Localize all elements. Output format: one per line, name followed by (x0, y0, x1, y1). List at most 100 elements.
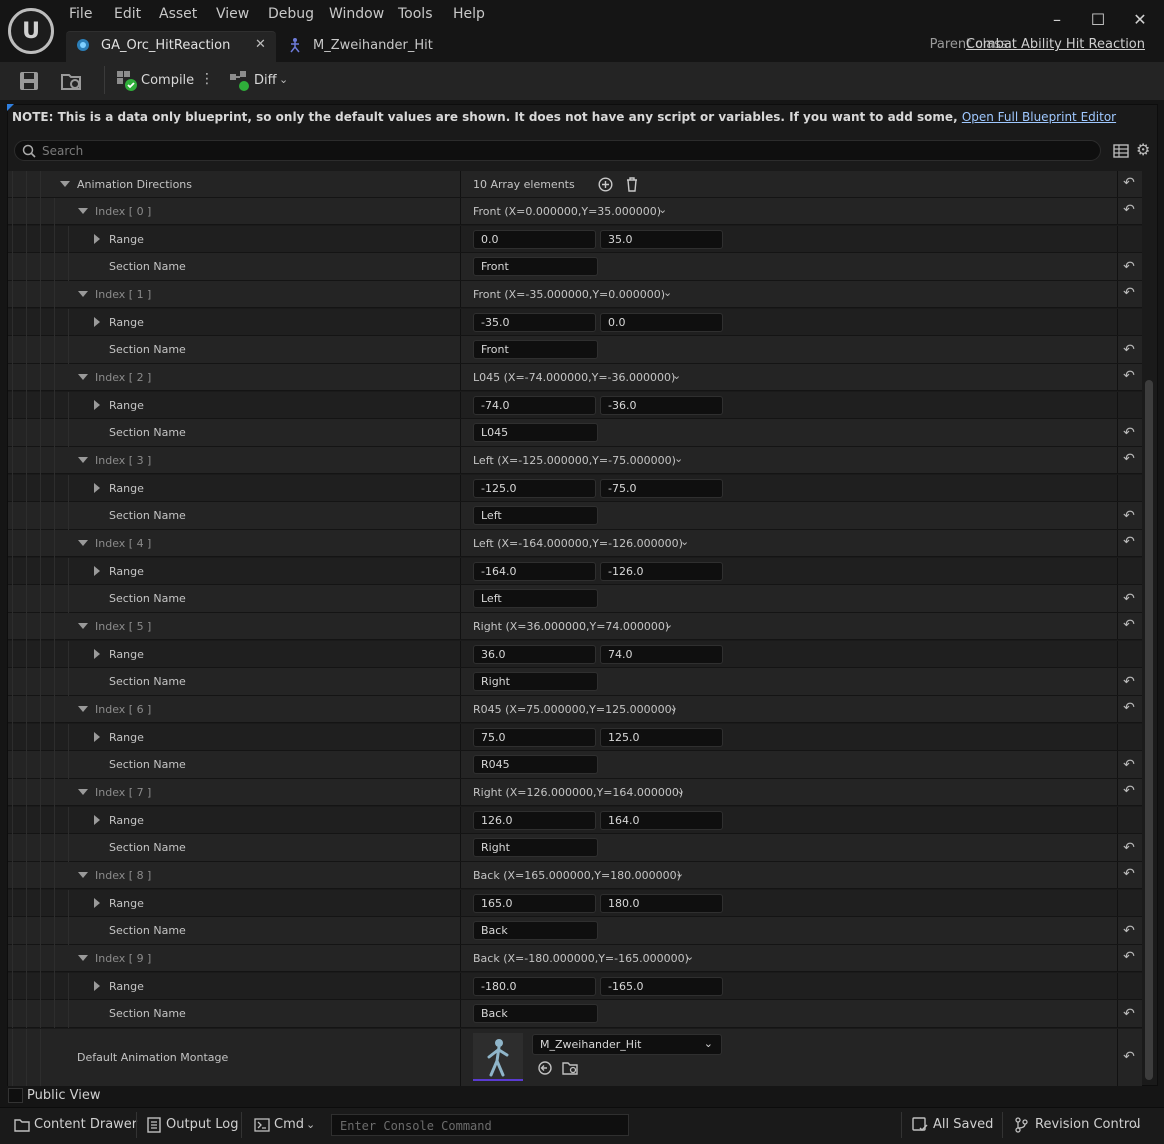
menu-tools[interactable]: Tools (398, 6, 433, 22)
console-command-box[interactable] (331, 1114, 629, 1136)
scrollbar[interactable] (1145, 380, 1153, 1080)
delete-all-icon[interactable] (625, 176, 639, 192)
expand-arrow-icon[interactable] (78, 706, 88, 712)
reset-to-default-icon[interactable]: ↶ (1121, 840, 1137, 856)
reset-to-default-icon[interactable]: ↶ (1121, 866, 1137, 882)
reset-to-default-icon[interactable]: ↶ (1121, 342, 1137, 358)
reset-to-default-icon[interactable]: ↶ (1121, 923, 1137, 939)
reset-to-default-icon[interactable]: ↶ (1121, 591, 1137, 607)
tab-label[interactable]: M_Zweihander_Hit (313, 38, 433, 53)
range-y-field[interactable]: 0.0 (600, 313, 723, 332)
all-saved-button[interactable]: All Saved (933, 1117, 993, 1132)
diff-icon[interactable] (229, 70, 251, 92)
expand-arrow-icon[interactable] (94, 317, 100, 327)
montage-thumbnail[interactable] (473, 1033, 523, 1081)
range-y-field[interactable]: -126.0 (600, 562, 723, 581)
range-x-field[interactable]: -125.0 (473, 479, 596, 498)
output-log-button[interactable]: Output Log (166, 1117, 239, 1132)
section-name-field[interactable]: Back (473, 921, 598, 940)
range-x-field[interactable]: -164.0 (473, 562, 596, 581)
section-name-field[interactable]: Front (473, 340, 598, 359)
reset-to-default-icon[interactable]: ↶ (1121, 1006, 1137, 1022)
range-y-field[interactable]: 164.0 (600, 811, 723, 830)
expand-arrow-icon[interactable] (78, 457, 88, 463)
reset-to-default-icon[interactable]: ↶ (1121, 202, 1137, 218)
chevron-down-icon[interactable]: ⌄ (669, 701, 679, 714)
chevron-down-icon[interactable]: ⌄ (1133, 1118, 1142, 1131)
range-x-field[interactable]: 75.0 (473, 728, 596, 747)
save-icon[interactable] (18, 70, 40, 92)
section-name-field[interactable]: Left (473, 589, 598, 608)
compile-options-icon[interactable]: ⋮ (200, 71, 214, 87)
chevron-down-icon[interactable]: ⌄ (658, 203, 668, 216)
expand-arrow-icon[interactable] (78, 374, 88, 380)
chevron-down-icon[interactable]: ⌄ (676, 784, 686, 797)
search-input[interactable] (42, 142, 1082, 159)
reset-to-default-icon[interactable]: ↶ (1121, 451, 1137, 467)
chevron-down-icon[interactable]: ⌄ (680, 535, 690, 548)
tab-close-icon[interactable]: ✕ (255, 37, 266, 52)
range-y-field[interactable]: -36.0 (600, 396, 723, 415)
content-drawer-button[interactable]: Content Drawer (34, 1117, 137, 1132)
browse-icon[interactable] (60, 70, 84, 92)
menu-edit[interactable]: Edit (114, 6, 141, 22)
chevron-down-icon[interactable]: ⌄ (664, 618, 674, 631)
chevron-down-icon[interactable]: ⌄ (685, 950, 695, 963)
section-name-field[interactable]: R045 (473, 755, 598, 774)
browse-to-asset-icon[interactable] (562, 1060, 578, 1075)
range-y-field[interactable]: 125.0 (600, 728, 723, 747)
expand-arrow-icon[interactable] (78, 623, 88, 629)
expand-arrow-icon[interactable] (94, 649, 100, 659)
expand-arrow-icon[interactable] (94, 234, 100, 244)
expand-arrow-icon[interactable] (78, 208, 88, 214)
reset-to-default-icon[interactable]: ↶ (1121, 285, 1137, 301)
reset-to-default-icon[interactable]: ↶ (1121, 259, 1137, 275)
reset-to-default-icon[interactable]: ↶ (1121, 700, 1137, 716)
chevron-down-icon[interactable]: ⌄ (663, 286, 673, 299)
reset-to-default-icon[interactable]: ↶ (1121, 949, 1137, 965)
range-x-field[interactable]: -74.0 (473, 396, 596, 415)
diff-button[interactable]: Diff (254, 73, 277, 88)
expand-arrow-icon[interactable] (78, 872, 88, 878)
expand-arrow-icon[interactable] (78, 540, 88, 546)
console-input[interactable] (332, 1116, 628, 1136)
minimize-icon[interactable]: – (1047, 10, 1067, 30)
section-name-field[interactable]: Left (473, 506, 598, 525)
range-x-field[interactable]: -180.0 (473, 977, 596, 996)
close-icon[interactable]: ✕ (1130, 10, 1150, 30)
chevron-down-icon[interactable]: ⌄ (675, 867, 685, 880)
unreal-logo-icon[interactable]: U (8, 8, 54, 54)
range-x-field[interactable]: -35.0 (473, 313, 596, 332)
reset-to-default-icon[interactable]: ↶ (1121, 425, 1137, 441)
range-y-field[interactable]: 74.0 (600, 645, 723, 664)
use-selected-icon[interactable] (538, 1061, 552, 1075)
reset-to-default-icon[interactable]: ↶ (1121, 757, 1137, 773)
menu-asset[interactable]: Asset (159, 6, 197, 22)
compile-icon[interactable] (116, 70, 138, 92)
revision-control-button[interactable]: Revision Control (1035, 1117, 1140, 1132)
range-x-field[interactable]: 126.0 (473, 811, 596, 830)
menu-view[interactable]: View (216, 6, 249, 22)
expand-arrow-icon[interactable] (94, 981, 100, 991)
range-y-field[interactable]: 180.0 (600, 894, 723, 913)
add-element-icon[interactable] (598, 177, 613, 192)
expand-arrow-icon[interactable] (94, 815, 100, 825)
section-name-field[interactable]: L045 (473, 423, 598, 442)
menu-debug[interactable]: Debug (268, 6, 314, 22)
expand-arrow-icon[interactable] (94, 898, 100, 908)
reset-to-default-icon[interactable]: ↶ (1121, 534, 1137, 550)
reset-to-default-icon[interactable]: ↶ (1121, 368, 1137, 384)
section-name-field[interactable]: Front (473, 257, 598, 276)
open-full-blueprint-editor-link[interactable]: Open Full Blueprint Editor (962, 110, 1116, 124)
chevron-down-icon[interactable]: ⌄ (674, 452, 684, 465)
reset-to-default-icon[interactable]: ↶ (1121, 617, 1137, 633)
expand-arrow-icon[interactable] (78, 789, 88, 795)
range-y-field[interactable]: -165.0 (600, 977, 723, 996)
table-view-icon[interactable] (1113, 143, 1129, 159)
reset-to-default-icon[interactable]: ↶ (1121, 508, 1137, 524)
expand-arrow-icon[interactable] (94, 483, 100, 493)
menu-file[interactable]: File (69, 6, 92, 22)
range-x-field[interactable]: 36.0 (473, 645, 596, 664)
settings-gear-icon[interactable]: ⚙ (1136, 140, 1150, 159)
chevron-down-icon[interactable]: ⌄ (306, 1118, 315, 1131)
